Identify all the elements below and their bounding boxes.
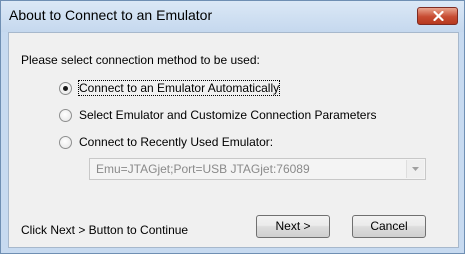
radio-selected-dot — [63, 86, 68, 91]
prompt-label: Please select connection method to be us… — [21, 53, 260, 67]
radio-recent[interactable] — [59, 136, 72, 149]
close-button[interactable] — [417, 7, 458, 25]
close-icon — [433, 11, 444, 21]
radio-auto-connect[interactable] — [59, 82, 72, 95]
window-title: About to Connect to an Emulator — [9, 7, 213, 23]
cancel-button[interactable]: Cancel — [352, 215, 426, 238]
recent-emulator-value: Emu=JTAGjet;Port=USB JTAGjet:76089 — [96, 162, 310, 176]
dialog-body: Please select connection method to be us… — [8, 32, 459, 248]
option-auto-connect-label[interactable]: Connect to an Emulator Automatically — [77, 80, 281, 96]
recent-emulator-select[interactable]: Emu=JTAGjet;Port=USB JTAGjet:76089 — [89, 158, 426, 180]
option-auto-connect[interactable]: Connect to an Emulator Automatically — [59, 80, 329, 97]
radio-customize[interactable] — [59, 109, 72, 122]
footer-hint: Click Next > Button to Continue — [21, 223, 189, 237]
option-recent-label[interactable]: Connect to Recently Used Emulator: — [79, 135, 273, 149]
next-button[interactable]: Next > — [256, 215, 330, 238]
title-bar[interactable]: About to Connect to an Emulator — [1, 1, 464, 32]
dropdown-button[interactable] — [406, 160, 424, 178]
option-recent[interactable]: Connect to Recently Used Emulator: — [59, 135, 319, 151]
dialog-window: About to Connect to an Emulator Please s… — [0, 0, 465, 254]
chevron-down-icon — [412, 167, 419, 171]
option-customize[interactable]: Select Emulator and Customize Connection… — [59, 108, 419, 124]
option-customize-label[interactable]: Select Emulator and Customize Connection… — [79, 108, 376, 122]
